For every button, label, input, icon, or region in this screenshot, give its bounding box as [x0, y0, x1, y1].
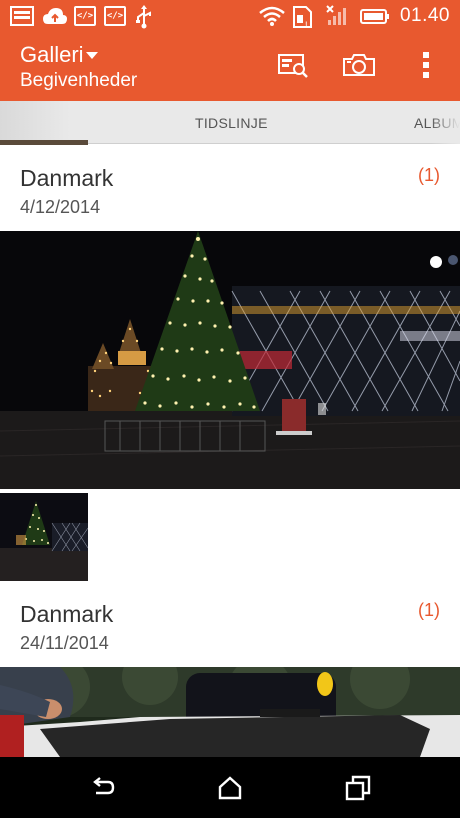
home-button[interactable] [217, 775, 243, 801]
event-cover-photo[interactable] [0, 231, 460, 489]
camera-button[interactable] [342, 52, 376, 82]
event-count: (1) [418, 165, 440, 185]
code-notification-icon: </> [74, 6, 96, 26]
camera-icon [342, 52, 376, 83]
wifi-icon [258, 5, 285, 27]
event-group-header[interactable]: Danmark 4/12/2014 (1) [0, 145, 460, 233]
status-bar: </> </> ! 01.40 [0, 0, 460, 34]
home-icon [218, 776, 242, 800]
sim-icon: ! [292, 5, 316, 30]
back-button[interactable] [90, 775, 116, 801]
tab-prev-peek[interactable] [0, 101, 70, 144]
event-cover-photo[interactable] [0, 667, 460, 757]
search-media-icon [277, 52, 309, 83]
svg-text:!: ! [305, 20, 308, 29]
tab-strip: TIDSLINJE ALBUM [0, 101, 460, 144]
usb-icon [134, 5, 158, 29]
signal-icon [326, 5, 350, 27]
cloud-upload-icon [42, 5, 67, 27]
page-subtitle: Begivenheder [20, 70, 138, 91]
event-title: Danmark [20, 165, 114, 191]
recents-button[interactable] [345, 775, 371, 801]
overflow-menu-button[interactable] [416, 51, 436, 84]
page-title: Galleri [20, 42, 84, 67]
event-date: 24/11/2014 [20, 633, 109, 653]
tab-tidslinje[interactable]: TIDSLINJE [195, 115, 268, 131]
gallery-notification-icon [10, 5, 34, 27]
event-title: Danmark [20, 601, 114, 627]
search-media-button[interactable] [276, 52, 310, 82]
back-icon [93, 777, 115, 795]
navigation-bar [0, 757, 460, 818]
status-clock: 01.40 [399, 5, 450, 26]
recents-icon [345, 775, 371, 801]
code-notification-icon: </> [104, 6, 126, 26]
event-photo-thumbnail[interactable] [0, 493, 88, 581]
gallery-view-selector[interactable]: Galleri Begivenheder [0, 34, 200, 101]
chevron-down-icon [86, 52, 98, 59]
battery-icon [359, 5, 390, 27]
tab-fade [430, 101, 460, 144]
event-date: 4/12/2014 [20, 197, 101, 217]
action-bar: Galleri Begivenheder [0, 34, 460, 101]
event-group-header[interactable]: Danmark 24/11/2014 (1) [0, 583, 460, 671]
overflow-menu-icon [422, 51, 430, 84]
event-count: (1) [418, 600, 440, 620]
